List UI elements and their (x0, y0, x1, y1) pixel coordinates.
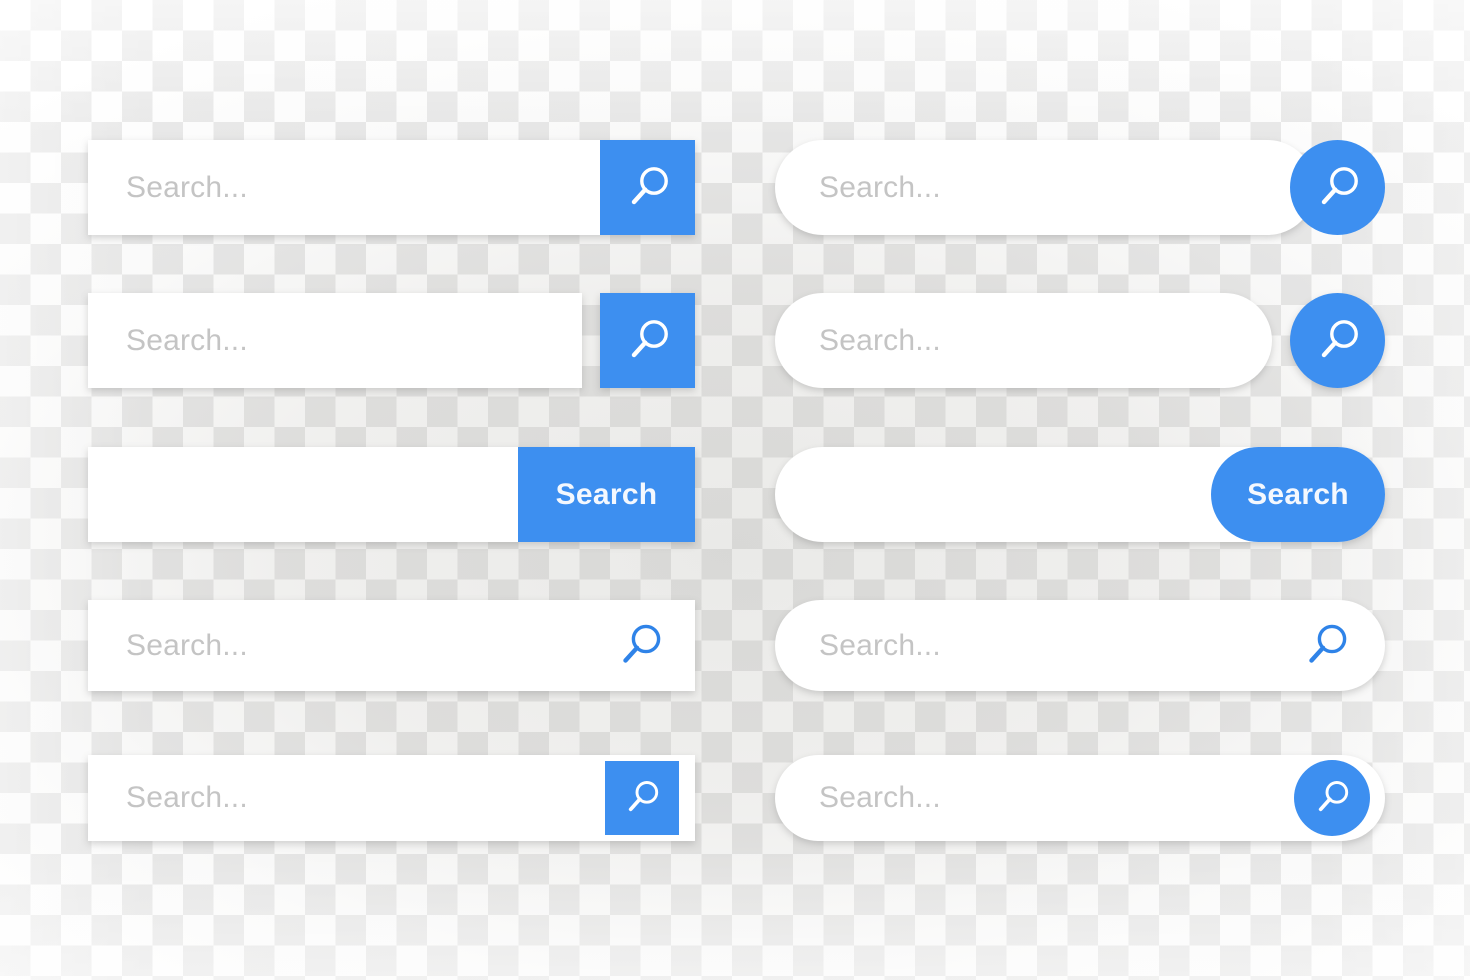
search-button-square-attached[interactable] (600, 140, 695, 235)
search-placeholder: Search... (819, 628, 941, 662)
search-input-pill-attached[interactable]: Search... (775, 140, 1315, 235)
search-placeholder: Search... (126, 628, 248, 662)
search-placeholder: Search... (819, 323, 941, 357)
search-button-label: Search (1247, 477, 1349, 511)
search-button-circle-detached[interactable] (1290, 293, 1385, 388)
search-placeholder: Search... (126, 781, 248, 814)
search-icon-button-outline-pill[interactable] (1290, 600, 1362, 691)
search-icon (621, 777, 663, 819)
search-button-circle-inset[interactable] (1294, 760, 1370, 836)
search-bar-pill-detached-circle-icon: Search... (775, 293, 1385, 388)
search-bar-pill-attached-circle-icon: Search... (775, 140, 1385, 235)
search-submit-button-pill[interactable]: Search (1211, 447, 1385, 542)
search-button-square-detached[interactable] (600, 293, 695, 388)
search-submit-button-square[interactable]: Search (518, 447, 695, 542)
search-bar-ui-kit-canvas: Search... Search... Search Search... Sea… (0, 0, 1470, 980)
search-bar-square-detached-icon: Search... (88, 293, 695, 388)
search-icon (1312, 315, 1364, 367)
search-placeholder: Search... (819, 170, 941, 204)
search-placeholder: Search... (126, 323, 248, 357)
search-input-square-detached[interactable]: Search... (88, 293, 582, 388)
search-bar-pill-text-button: Search (775, 447, 1385, 542)
search-icon (1312, 162, 1364, 214)
search-input-pill-detached[interactable]: Search... (775, 293, 1272, 388)
search-placeholder: Search... (126, 170, 248, 204)
search-icon (1300, 620, 1352, 672)
search-icon-button-outline-square[interactable] (604, 600, 676, 691)
search-bar-square-attached-icon: Search... (88, 140, 695, 235)
search-bar-pill-inset-circle-icon: Search... (775, 755, 1385, 841)
search-icon (1311, 777, 1353, 819)
search-button-label: Search (555, 477, 658, 511)
search-bar-pill-inline-outline-icon: Search... (775, 600, 1385, 691)
search-bar-square-text-button: Search (88, 447, 695, 542)
search-icon (622, 315, 674, 367)
search-input-square-inset-button[interactable]: Search... (88, 755, 695, 841)
search-bar-square-inline-outline-icon: Search... (88, 600, 695, 691)
search-icon (622, 162, 674, 214)
search-button-circle-attached[interactable] (1290, 140, 1385, 235)
search-icon (614, 620, 666, 672)
search-bar-square-inset-icon-button: Search... (88, 755, 695, 841)
search-placeholder: Search... (819, 781, 941, 814)
search-button-square-inset[interactable] (605, 761, 679, 835)
